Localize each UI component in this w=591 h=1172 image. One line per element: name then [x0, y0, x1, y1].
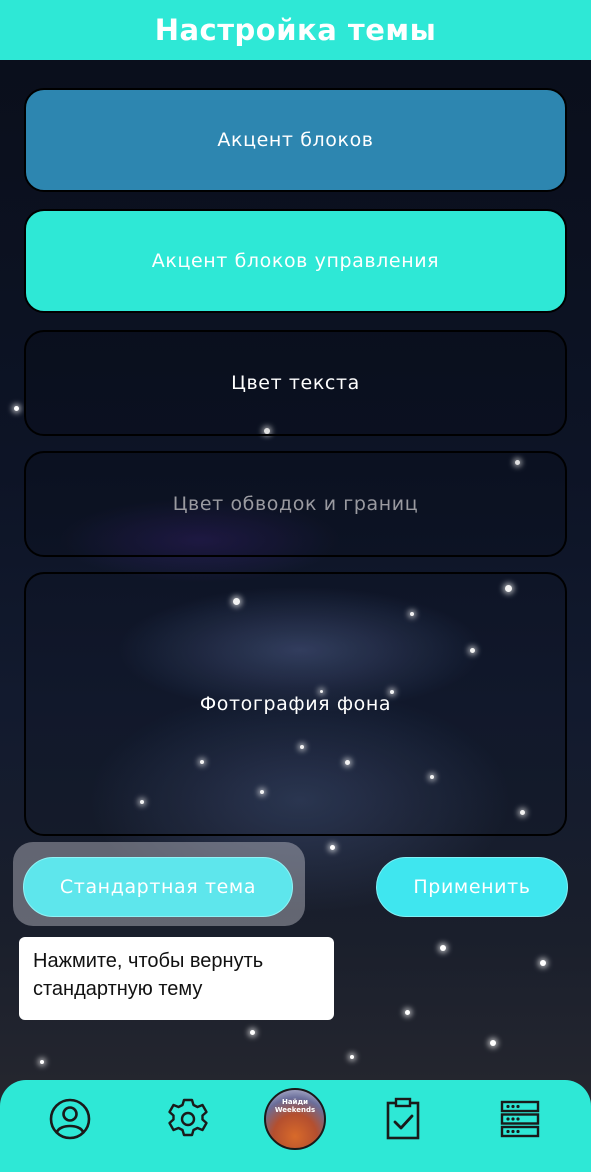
- block-accent-button[interactable]: Акцент блоков: [24, 88, 567, 192]
- block-accent-label: Акцент блоков: [217, 129, 374, 151]
- light-dot: [540, 960, 546, 966]
- text-color-button[interactable]: Цвет текста: [24, 330, 567, 436]
- background-photo-button[interactable]: Фотография фона: [24, 572, 567, 836]
- text-color-label: Цвет текста: [231, 372, 360, 394]
- tooltip-text: Нажмите, чтобы вернуть стандартную тему: [33, 950, 264, 1000]
- light-dot: [350, 1055, 354, 1059]
- border-color-label: Цвет обводок и границ: [172, 493, 419, 515]
- control-block-accent-label: Акцент блоков управления: [151, 250, 440, 272]
- server-list-icon[interactable]: [498, 1097, 542, 1141]
- light-dot: [490, 1040, 496, 1046]
- settings-gear-icon[interactable]: [166, 1097, 210, 1141]
- default-theme-button[interactable]: Стандартная тема: [23, 857, 293, 917]
- profile-icon[interactable]: [48, 1097, 92, 1141]
- page-title: Настройка темы: [154, 13, 437, 47]
- apply-label: Применить: [413, 876, 531, 898]
- default-theme-label: Стандартная тема: [59, 876, 257, 898]
- clipboard-check-icon[interactable]: [381, 1097, 425, 1141]
- avatar-text: Найди Weekends: [274, 1098, 316, 1114]
- control-block-accent-button[interactable]: Акцент блоков управления: [24, 209, 567, 313]
- light-dot: [330, 845, 335, 850]
- light-dot: [250, 1030, 255, 1035]
- light-dot: [440, 945, 446, 951]
- app-header: Настройка темы: [0, 0, 591, 60]
- apply-button[interactable]: Применить: [376, 857, 568, 917]
- light-dot: [40, 1060, 44, 1064]
- border-color-button[interactable]: Цвет обводок и границ: [24, 451, 567, 557]
- app-avatar[interactable]: Найди Weekends: [264, 1088, 326, 1150]
- hint-tooltip: Нажмите, чтобы вернуть стандартную тему: [19, 937, 334, 1020]
- background-photo-label: Фотография фона: [199, 693, 392, 715]
- light-dot: [405, 1010, 410, 1015]
- light-dot: [14, 406, 19, 411]
